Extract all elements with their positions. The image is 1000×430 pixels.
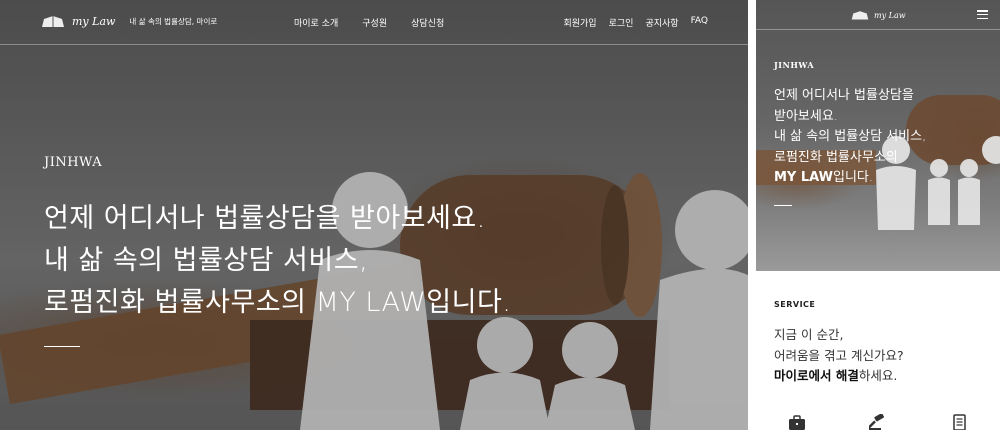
service-highlight: 마이로에서 해결 — [774, 368, 859, 383]
mobile-hero-divider — [774, 204, 792, 206]
logo-text: my Law — [72, 14, 116, 28]
site-logo[interactable]: my Law 내 삶 속의 법률상담, 마이로 — [40, 13, 217, 29]
nav-item-consultation[interactable]: 상담신청 — [411, 16, 444, 29]
mobile-hero-text: JINHWA 언제 어디서나 법률상담을 받아보세요. 내 삶 속의 법률상담 … — [774, 60, 926, 206]
scales-logo-icon — [851, 11, 869, 20]
gavel-icon[interactable] — [869, 414, 887, 430]
hero-headline: 언제 어디서나 법률상담을 받아보세요. 내 삶 속의 법률상담 서비스, 로펌… — [44, 198, 511, 324]
mobile-view: my Law JINHWA 언제 어디서나 법률상담을 받아보세요. 내 삶 속… — [756, 0, 1000, 430]
service-line: 어려움을 겪고 계신가요? — [774, 347, 904, 363]
scales-logo-icon — [42, 16, 64, 27]
hero-headline-line: 내 삶 속의 법률상담 서비스, — [44, 245, 369, 276]
briefcase-icon[interactable] — [788, 414, 806, 430]
nav-item-about[interactable]: 마이로 소개 — [294, 16, 338, 29]
desktop-header: my Law 내 삶 속의 법률상담, 마이로 마이로 소개 구성원 상담신청 … — [0, 0, 748, 45]
mobile-hero-headline: 언제 어디서나 법률상담을 받아보세요. 내 삶 속의 법률상담 서비스, 로펌… — [774, 86, 926, 189]
mobile-logo-text: my Law — [874, 10, 906, 20]
hero-headline-line: 언제 어디서나 법률상담을 받아보세요. — [44, 203, 486, 234]
service-line: 지금 이 순간, — [774, 327, 844, 342]
main-nav: 마이로 소개 구성원 상담신청 — [294, 16, 444, 29]
service-section: SERVICE 지금 이 순간, 어려움을 겪고 계신가요? 마이로에서 해결하… — [774, 300, 904, 387]
hamburger-menu-icon[interactable] — [977, 10, 988, 20]
hero-section: JINHWA 언제 어디서나 법률상담을 받아보세요. 내 삶 속의 법률상담 … — [44, 155, 511, 347]
service-icons-row — [756, 410, 1000, 430]
hero-divider — [44, 346, 80, 347]
notice-link[interactable]: 공지사항 — [645, 16, 678, 29]
mobile-hero-line: 내 삶 속의 법률상담 서비스, — [774, 129, 927, 144]
document-icon[interactable] — [950, 414, 968, 430]
hero-headline-line: 로펌진화 법률사무소의 MY LAW입니다. — [44, 287, 512, 318]
desktop-view: my Law 내 삶 속의 법률상담, 마이로 마이로 소개 구성원 상담신청 … — [0, 0, 748, 430]
service-line: 마이로에서 해결하세요. — [774, 366, 904, 387]
service-eyebrow: SERVICE — [774, 300, 816, 309]
service-line-rest: 하세요. — [858, 368, 898, 383]
mobile-hero: my Law JINHWA 언제 어디서나 법률상담을 받아보세요. 내 삶 속… — [756, 0, 1000, 271]
mobile-hero-eyebrow: JINHWA — [774, 60, 815, 70]
mobile-header: my Law — [756, 0, 1000, 30]
mobile-hero-line: 언제 어디서나 법률상담을 — [774, 88, 914, 103]
service-text: 지금 이 순간, 어려움을 겪고 계신가요? 마이로에서 해결하세요. — [774, 325, 904, 387]
utility-nav: 회원가입 로그인 공지사항 FAQ — [563, 16, 708, 29]
mobile-hero-line: MY LAW입니다. — [774, 168, 926, 189]
login-link[interactable]: 로그인 — [609, 16, 634, 29]
mobile-hero-line: 로펌진화 법률사무소의 — [774, 149, 898, 165]
faq-link[interactable]: FAQ — [691, 16, 708, 29]
mobile-site-logo[interactable]: my Law — [850, 9, 906, 21]
hero-eyebrow: JINHWA — [44, 155, 103, 170]
mobile-hero-brand: MY LAW — [774, 170, 833, 185]
mobile-hero-line: 받아보세요. — [774, 108, 838, 124]
nav-item-members[interactable]: 구성원 — [362, 16, 387, 29]
logo-tagline: 내 삶 속의 법률상담, 마이로 — [129, 16, 218, 26]
signup-link[interactable]: 회원가입 — [563, 16, 596, 29]
mobile-hero-line-rest: 입니다. — [832, 170, 873, 185]
